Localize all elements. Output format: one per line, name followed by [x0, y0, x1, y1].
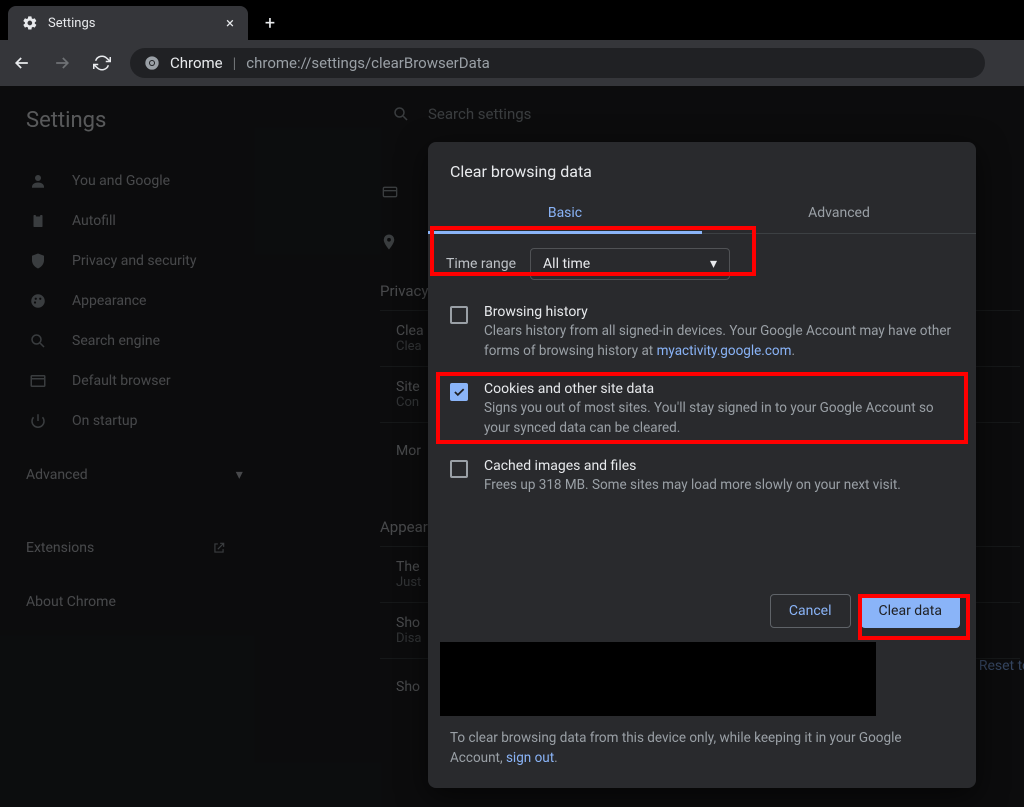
sign-out-link[interactable]: sign out: [506, 750, 554, 766]
tab-advanced[interactable]: Advanced: [702, 195, 976, 233]
dialog-title: Clear browsing data: [428, 142, 976, 195]
dialog-tabs: Basic Advanced: [428, 195, 976, 234]
tab-basic[interactable]: Basic: [428, 195, 702, 234]
time-range-value: All time: [543, 256, 590, 272]
option-browsing-history[interactable]: Browsing history Clears history from all…: [428, 294, 976, 371]
url-prefix: Chrome: [170, 54, 223, 72]
option-title: Cookies and other site data: [484, 381, 958, 397]
option-desc: Clears history from all signed-in device…: [484, 322, 958, 361]
time-range-row: Time range All time ▾: [428, 234, 976, 294]
checkbox[interactable]: [450, 306, 468, 324]
chevron-down-icon: ▾: [710, 256, 717, 272]
dialog-button-row: Cancel Clear data: [428, 586, 976, 636]
gear-icon: [22, 15, 38, 31]
cancel-button[interactable]: Cancel: [770, 594, 851, 628]
dialog-footer-note: To clear browsing data from this device …: [428, 716, 976, 789]
back-button[interactable]: [10, 51, 34, 75]
option-desc: Frees up 318 MB. Some sites may load mor…: [484, 476, 901, 496]
close-tab-icon[interactable]: ×: [226, 14, 234, 32]
redacted-block: [440, 642, 876, 716]
settings-page: Settings You and Google Autofill Privacy…: [0, 86, 1024, 807]
option-cookies[interactable]: Cookies and other site data Signs you ou…: [428, 371, 976, 448]
new-tab-button[interactable]: +: [256, 9, 284, 37]
reload-button[interactable]: [90, 51, 114, 75]
option-desc: Signs you out of most sites. You'll stay…: [484, 399, 958, 438]
browser-tab-settings[interactable]: Settings ×: [8, 6, 248, 40]
url-separator: |: [233, 54, 237, 72]
clear-browsing-data-dialog: Clear browsing data Basic Advanced Time …: [428, 142, 976, 788]
tab-title: Settings: [48, 16, 95, 31]
option-cached-images[interactable]: Cached images and files Frees up 318 MB.…: [428, 448, 976, 506]
browser-toolbar: Chrome | chrome://settings/clearBrowserD…: [0, 40, 1024, 86]
url-text: chrome://settings/clearBrowserData: [246, 54, 490, 72]
checkbox-checked[interactable]: [450, 383, 468, 401]
option-title: Browsing history: [484, 304, 958, 320]
myactivity-link[interactable]: myactivity.google.com: [657, 343, 792, 359]
forward-button[interactable]: [50, 51, 74, 75]
time-range-label: Time range: [446, 256, 516, 272]
chrome-icon: [144, 55, 160, 71]
checkbox[interactable]: [450, 460, 468, 478]
option-title: Cached images and files: [484, 458, 901, 474]
tab-strip: Settings × +: [0, 0, 1024, 40]
address-bar[interactable]: Chrome | chrome://settings/clearBrowserD…: [130, 48, 985, 78]
time-range-select[interactable]: All time ▾: [530, 248, 730, 280]
clear-data-button[interactable]: Clear data: [861, 594, 960, 628]
